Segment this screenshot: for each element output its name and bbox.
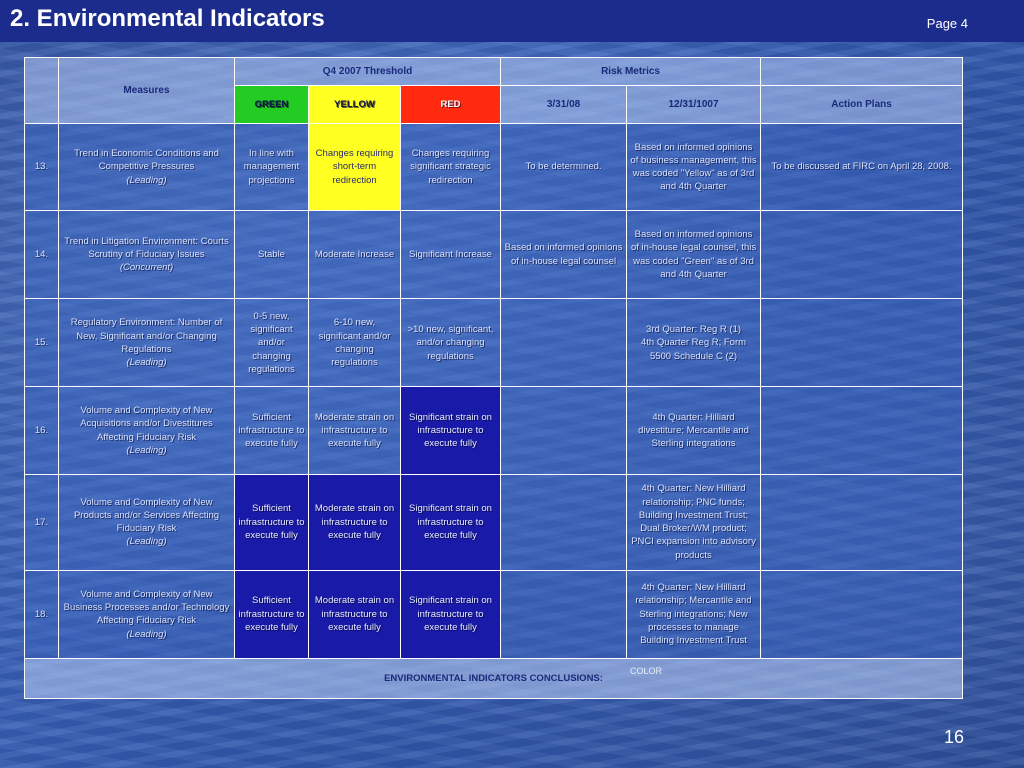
row-metric-1: To be determined.: [500, 123, 628, 212]
row-measure: Trend in Economic Conditions and Competi…: [58, 123, 235, 212]
header-blank: [760, 56, 964, 87]
row-green: In line with management projections: [234, 123, 309, 212]
header-date-2: 12/31/1007: [626, 85, 762, 125]
row-measure: Volume and Complexity of New Acquisition…: [58, 386, 235, 475]
measure-text: Volume and Complexity of New Acquisition…: [80, 404, 213, 443]
header-red: RED: [399, 85, 502, 125]
row-metric-2: 4th Quarter: Hilliard divestiture; Merca…: [626, 386, 762, 475]
row-number: 16.: [24, 386, 59, 475]
measure-text: Volume and Complexity of New Products an…: [73, 496, 220, 535]
row-number: 15.: [24, 298, 59, 388]
header-green: GREEN: [234, 85, 309, 125]
metric-note: 3rd Quarter: Reg R (1) 4th Quarter Reg R…: [640, 323, 747, 362]
header-action-plans: Action Plans: [760, 85, 964, 125]
header-measures: Measures: [58, 56, 235, 125]
row-metric-2: 4th Quarter: New Hilliard relationship; …: [626, 473, 762, 571]
row-red: >10 new, significant, and/or changing re…: [399, 298, 502, 388]
table-row: 13. Trend in Economic Conditions and Com…: [24, 123, 964, 212]
row-metric-2: Based on informed opinions of in-house l…: [626, 210, 762, 300]
row-red: Significant strain on infrastructure to …: [399, 569, 502, 659]
row-action-plan: [760, 386, 964, 475]
row-green: 0-5 new, significant and/or changing reg…: [234, 298, 309, 388]
row-measure: Regulatory Environment: Number of New, S…: [58, 298, 235, 388]
row-yellow: Moderate strain on infrastructure to exe…: [308, 569, 401, 659]
row-metric-2: 3rd Quarter: Reg R (1) 4th Quarter Reg R…: [626, 298, 762, 388]
row-action-plan: [760, 210, 964, 300]
row-yellow: Moderate Increase: [308, 210, 401, 300]
measure-tag: (Leading): [126, 536, 167, 548]
measure-tag: (Leading): [126, 174, 167, 186]
row-metric-1: [500, 298, 628, 388]
slide-title: 2. Environmental Indicators: [10, 5, 325, 32]
row-number: 17.: [24, 473, 59, 571]
header-date-1: 3/31/08: [500, 85, 628, 125]
row-green: Sufficient infrastructure to execute ful…: [234, 473, 309, 571]
row-red: Changes requiring significant strategic …: [399, 123, 502, 212]
row-action-plan: To be discussed at FIRC on April 28, 200…: [760, 123, 964, 212]
row-metric-2: Based on informed opinions of business m…: [626, 123, 762, 212]
row-metric-1: [500, 569, 628, 659]
row-red: Significant strain on infrastructure to …: [399, 386, 502, 475]
measure-text: Volume and Complexity of New Business Pr…: [63, 588, 230, 627]
header-risk-metrics: Risk Metrics: [500, 56, 762, 87]
row-green: Stable: [234, 210, 309, 300]
measure-tag: (Leading): [126, 357, 167, 369]
row-yellow: Moderate strain on infrastructure to exe…: [308, 386, 401, 475]
title-bar: 2. Environmental Indicators Page 4: [0, 0, 1024, 42]
measure-tag: (Leading): [126, 628, 167, 640]
row-action-plan: [760, 569, 964, 659]
row-metric-1: [500, 473, 628, 571]
measure-text: Trend in Litigation Environment: Courts …: [64, 235, 229, 261]
row-metric-1: [500, 386, 628, 475]
page-label: Page 4: [926, 16, 968, 31]
measure-tag: (Concurrent): [119, 262, 174, 274]
slide-number: 16: [943, 727, 964, 747]
row-action-plan: [760, 298, 964, 388]
row-yellow: 6-10 new, significant and/or changing re…: [308, 298, 401, 388]
row-number: 18.: [24, 569, 59, 659]
table-row: 17. Volume and Complexity of New Product…: [24, 473, 964, 571]
row-action-plan: [760, 473, 964, 571]
row-red: Significant Increase: [399, 210, 502, 300]
row-yellow: Moderate strain on infrastructure to exe…: [308, 473, 401, 571]
header-threshold: Q4 2007 Threshold: [233, 56, 502, 87]
header-index: [24, 56, 59, 125]
measure-text: Trend in Economic Conditions and Competi…: [74, 148, 219, 173]
color-label: COLOR: [630, 665, 663, 676]
row-green: Sufficient infrastructure to execute ful…: [234, 386, 309, 475]
conclusions-label: ENVIRONMENTAL INDICATORS CONCLUSIONS:: [384, 672, 603, 684]
measure-tag: (Leading): [126, 444, 167, 456]
header-yellow: YELLOW: [308, 85, 401, 125]
conclusions-row: COLOR ENVIRONMENTAL INDICATORS CONCLUSIO…: [23, 657, 964, 700]
row-measure: Trend in Litigation Environment: Courts …: [58, 210, 235, 300]
row-measure: Volume and Complexity of New Business Pr…: [58, 569, 235, 659]
row-yellow: Changes requiring short-term redirection: [308, 123, 401, 212]
table-row: 15. Regulatory Environment: Number of Ne…: [24, 298, 964, 388]
environmental-indicators-table: Measures Q4 2007 Threshold Risk Metrics …: [23, 56, 964, 700]
row-number: 14.: [24, 210, 59, 300]
row-green: Sufficient infrastructure to execute ful…: [234, 569, 309, 659]
table-row: 18. Volume and Complexity of New Busines…: [24, 569, 964, 659]
row-metric-2: 4th Quarter: New Hilliard relationship; …: [626, 569, 762, 659]
table-row: 14. Trend in Litigation Environment: Cou…: [24, 210, 964, 300]
row-number: 13.: [24, 123, 59, 212]
row-measure: Volume and Complexity of New Products an…: [58, 473, 235, 571]
row-red: Significant strain on infrastructure to …: [399, 473, 502, 571]
row-metric-1: Based on informed opinions of in-house l…: [500, 210, 628, 300]
measure-text: Regulatory Environment: Number of New, S…: [70, 317, 223, 355]
conclusions-cell: COLOR ENVIRONMENTAL INDICATORS CONCLUSIO…: [23, 657, 964, 700]
table-row: 16. Volume and Complexity of New Acquisi…: [24, 386, 964, 475]
